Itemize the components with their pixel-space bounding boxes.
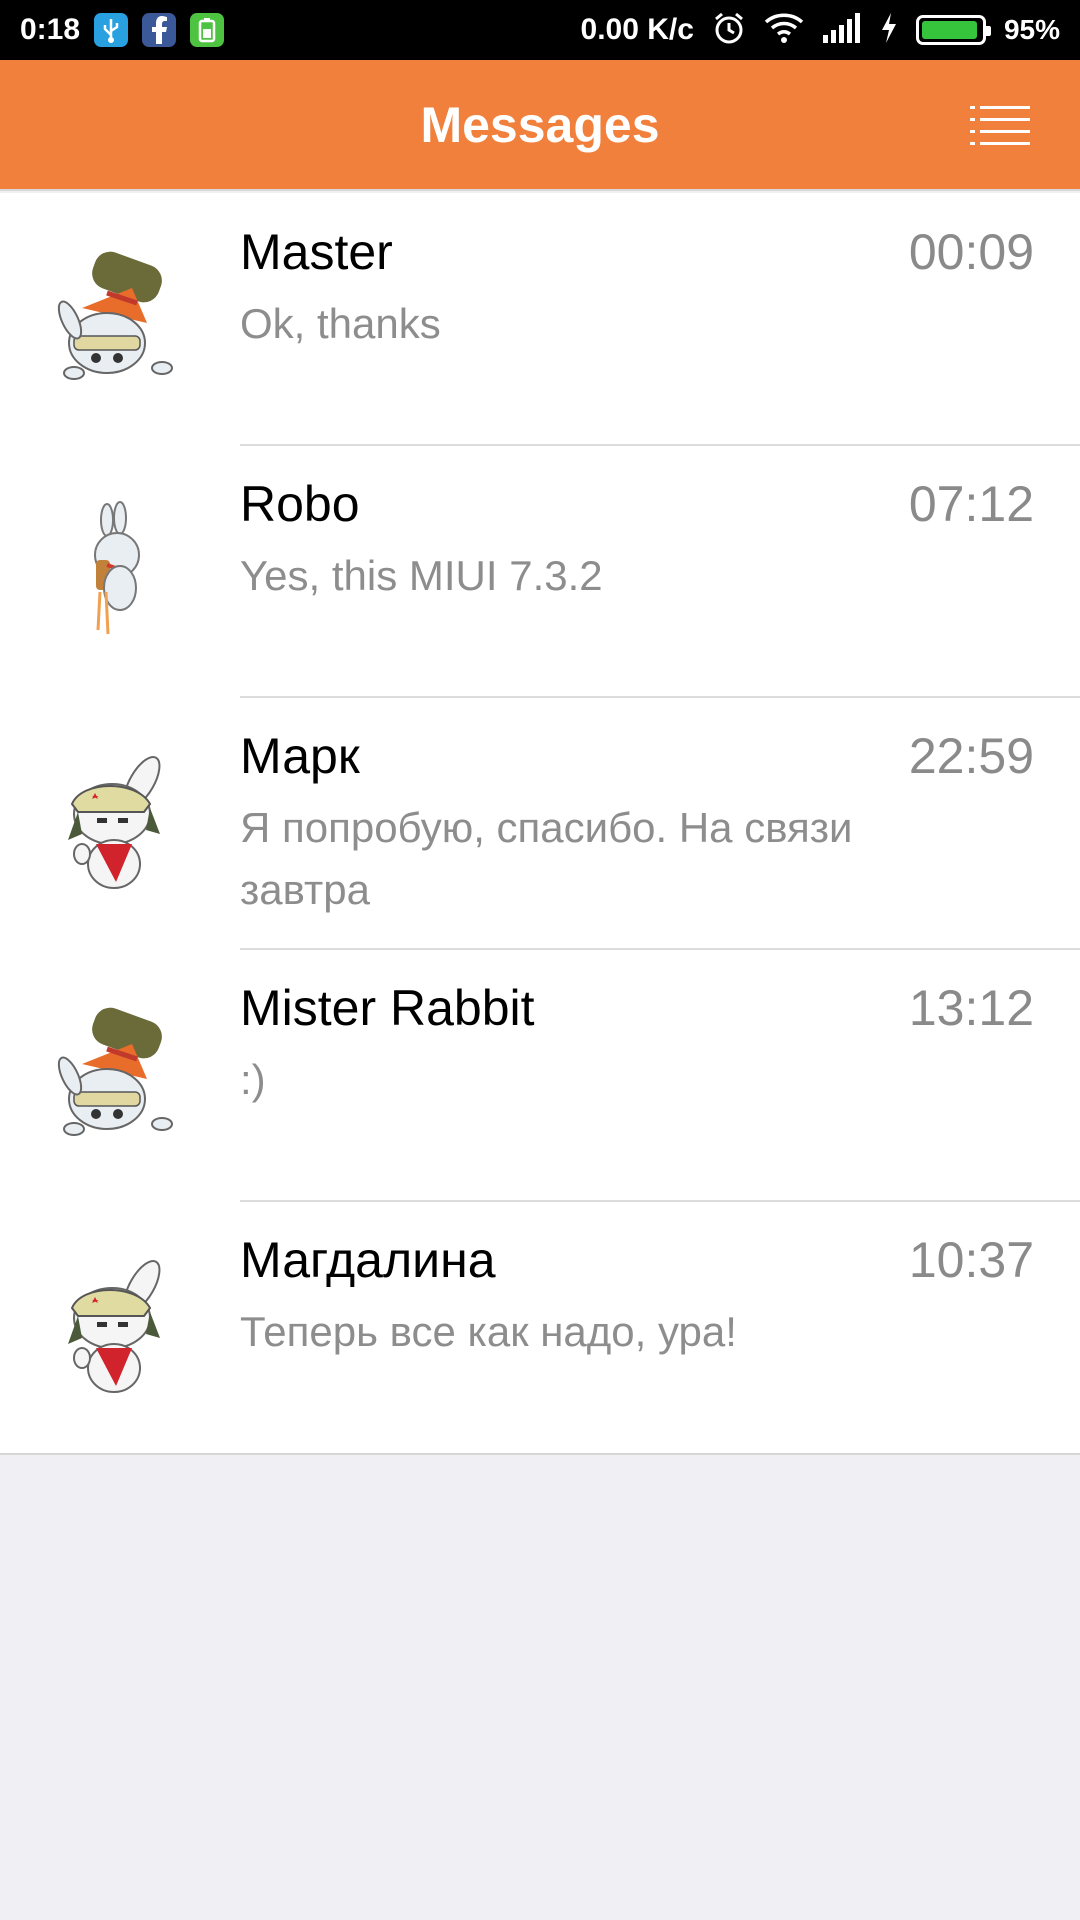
message-time: 13:12 xyxy=(908,980,1034,1036)
avatar xyxy=(52,1256,182,1396)
conversation-list: Master 00:09 Ok, thanks Robo 07:12 Yes, … xyxy=(0,193,1080,1455)
usb-icon xyxy=(94,13,129,47)
contact-name: Магдалина xyxy=(240,1232,496,1288)
list-menu-icon[interactable] xyxy=(970,104,1030,146)
message-time: 07:12 xyxy=(908,476,1034,532)
network-speed: 0.00 K/c xyxy=(580,13,694,46)
status-bar: 0:18 0.00 K/c 95% xyxy=(0,0,1080,60)
message-preview: :) xyxy=(240,1056,266,1103)
signal-icon xyxy=(822,12,862,48)
battery-fill xyxy=(921,21,978,39)
battery-app-icon xyxy=(190,13,225,47)
conversation-row-4[interactable]: Mister Rabbit 13:12 :) xyxy=(0,948,1080,1201)
conversation-row-2[interactable]: Robo 07:12 Yes, this MIUI 7.3.2 xyxy=(0,444,1080,697)
message-preview: Я попробую, спасибо. На связи завтра xyxy=(240,804,853,913)
message-preview: Yes, this MIUI 7.3.2 xyxy=(240,552,603,599)
contact-name: Марк xyxy=(240,728,360,784)
avatar xyxy=(52,1004,182,1144)
conversation-row-1[interactable]: Master 00:09 Ok, thanks xyxy=(0,193,1080,445)
conversation-row-3[interactable]: Марк 22:59 Я попробую, спасибо. На связи… xyxy=(0,696,1080,949)
avatar xyxy=(52,500,182,640)
alarm-icon xyxy=(712,11,746,50)
status-time: 0:18 xyxy=(20,13,81,46)
avatar xyxy=(52,248,182,388)
app-header: Messages xyxy=(0,60,1080,191)
message-time: 00:09 xyxy=(908,224,1034,280)
wifi-icon xyxy=(764,12,804,49)
message-preview: Теперь все как надо, ура! xyxy=(240,1308,737,1355)
conversation-row-5[interactable]: Магдалина 10:37 Теперь все как надо, ура… xyxy=(0,1200,1080,1453)
contact-name: Mister Rabbit xyxy=(240,980,535,1036)
avatar xyxy=(52,752,182,892)
message-time: 10:37 xyxy=(908,1232,1034,1288)
message-preview: Ok, thanks xyxy=(240,300,441,347)
battery-icon xyxy=(915,15,991,45)
battery-percent: 95% xyxy=(1003,14,1060,45)
message-time: 22:59 xyxy=(908,728,1034,784)
contact-name: Robo xyxy=(240,476,360,532)
charging-icon xyxy=(880,12,898,48)
contact-name: Master xyxy=(240,224,393,280)
page-title: Messages xyxy=(420,96,660,153)
facebook-icon xyxy=(142,13,177,47)
